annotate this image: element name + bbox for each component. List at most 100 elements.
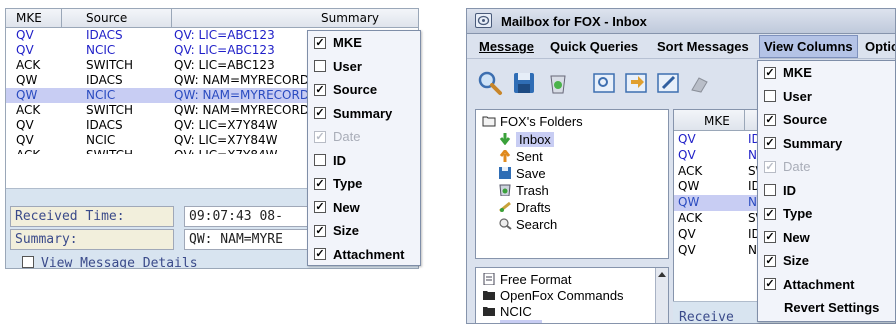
column-checkbox[interactable]: ✓ xyxy=(314,107,326,120)
query-label: Free Format xyxy=(500,272,572,287)
title-bar: Mailbox for FOX - Inbox xyxy=(467,9,895,34)
query-item[interactable]: NCIC xyxy=(482,304,532,319)
cell-mke: QV xyxy=(678,226,696,241)
column-checkbox[interactable]: ✓ xyxy=(764,231,776,244)
cell-mke: ACK xyxy=(678,163,703,178)
folder-item-drafts[interactable]: Drafts xyxy=(498,200,551,215)
folder-root-label: FOX's Folders xyxy=(500,114,583,129)
column-header-source[interactable]: Source xyxy=(86,11,127,25)
save-icon[interactable] xyxy=(511,70,537,96)
query-label: NCIC xyxy=(500,304,532,319)
menu-options[interactable]: Optio xyxy=(865,39,895,54)
menu-item-user[interactable]: User xyxy=(308,55,420,79)
received-time-value: 09:07:43 08- xyxy=(189,209,283,224)
menu-item-id[interactable]: ID xyxy=(758,179,895,203)
summary-field: QW: NAM=MYRE xyxy=(184,229,324,250)
column-checkbox[interactable]: ✓ xyxy=(764,137,776,150)
find-message-icon[interactable] xyxy=(591,70,617,96)
revert-settings-menu-item[interactable]: Revert Settings xyxy=(758,296,895,320)
menu-sort-messages[interactable]: Sort Messages xyxy=(657,39,749,54)
recycle-bin-icon[interactable] xyxy=(545,70,571,96)
folder-label: Search xyxy=(516,217,558,232)
column-checkbox[interactable]: ✓ xyxy=(314,248,326,261)
column-checkbox[interactable]: ✓ xyxy=(764,278,776,291)
cell-mke: ACK xyxy=(678,210,703,225)
menu-item-label: New xyxy=(333,199,360,215)
cell-mke: QW xyxy=(16,88,38,102)
column-checkbox[interactable]: ✓ xyxy=(314,224,326,237)
menu-item-new[interactable]: ✓ New xyxy=(308,196,420,220)
search-icon[interactable] xyxy=(477,70,503,96)
folder-label: Drafts xyxy=(516,200,551,215)
menu-item-source[interactable]: ✓ Source xyxy=(308,78,420,102)
scroll-up-arrow-icon[interactable] xyxy=(658,272,666,277)
folder-item-trash[interactable]: Trash xyxy=(498,183,549,198)
menu-item-label: New xyxy=(783,229,810,245)
query-list-scrollbar[interactable] xyxy=(655,268,668,323)
menu-quick-queries[interactable]: Quick Queries xyxy=(550,39,638,54)
menu-item-type[interactable]: ✓ Type xyxy=(308,172,420,196)
message-table-header: MKE Source Summary xyxy=(6,9,418,28)
menu-view-columns[interactable]: View Columns xyxy=(759,35,858,58)
received-time-label: Received Time: xyxy=(15,209,125,224)
column-checkbox[interactable]: ✓ xyxy=(764,254,776,267)
folder-item-inbox[interactable]: Inbox xyxy=(498,132,554,147)
menu-item-label: Attachment xyxy=(783,276,855,292)
menu-item-label: Date xyxy=(783,159,811,175)
cell-mke: QV xyxy=(16,28,34,42)
cell-source: SWITCH xyxy=(86,58,134,72)
column-checkbox[interactable]: ✓ xyxy=(314,83,326,96)
menu-item-summary[interactable]: ✓ Summary xyxy=(758,132,895,156)
view-details-checkbox[interactable] xyxy=(22,256,34,268)
menu-message[interactable]: Message xyxy=(479,39,534,54)
menu-item-attachment[interactable]: ✓ Attachment xyxy=(758,273,895,297)
column-checkbox[interactable]: ✓ xyxy=(314,177,326,190)
forward-icon[interactable] xyxy=(623,70,649,96)
menu-item-user[interactable]: User xyxy=(758,85,895,109)
column-checkbox[interactable] xyxy=(764,90,776,103)
query-item[interactable]: OpenFox Commands xyxy=(482,288,624,303)
column-checkbox[interactable]: ✓ xyxy=(764,207,776,220)
column-header-mke[interactable]: MKE xyxy=(704,114,730,128)
drafts-icon xyxy=(498,201,512,213)
folder-label: Save xyxy=(516,166,546,181)
cell-source: NCIC xyxy=(86,43,116,57)
document-icon xyxy=(482,272,496,286)
column-checkbox[interactable]: ✓ xyxy=(314,201,326,214)
menu-item-type[interactable]: ✓ Type xyxy=(758,202,895,226)
menu-item-label: Size xyxy=(333,223,360,239)
column-checkbox[interactable]: ✓ xyxy=(764,113,776,126)
menu-item-source[interactable]: ✓ Source xyxy=(758,108,895,132)
menu-item-summary[interactable]: ✓ Summary xyxy=(308,102,420,126)
query-item[interactable]: Free Format xyxy=(482,272,572,287)
menu-item-size[interactable]: ✓ Size xyxy=(758,249,895,273)
folder-item-search[interactable]: Search xyxy=(498,217,557,232)
view-details-checkbox-row[interactable]: View Message Details xyxy=(22,256,198,269)
menu-item-new[interactable]: ✓ New xyxy=(758,226,895,250)
column-checkbox[interactable]: ✓ xyxy=(314,36,326,49)
view-details-label: View Message Details xyxy=(41,256,198,269)
menu-item-attachment[interactable]: ✓ Attachment xyxy=(308,243,420,267)
menu-item-mke[interactable]: ✓ MKE xyxy=(308,31,420,55)
attach-icon[interactable] xyxy=(687,70,713,96)
column-checkbox[interactable] xyxy=(314,60,326,73)
menu-item-id[interactable]: ID xyxy=(308,149,420,173)
column-checkbox[interactable]: ✓ xyxy=(764,66,776,79)
column-checkbox[interactable] xyxy=(314,154,326,167)
column-header-summary[interactable]: Summary xyxy=(321,11,379,25)
cell-summary: QV: LIC=ABC123 xyxy=(174,43,275,57)
query-item[interactable]: NLETS xyxy=(482,320,542,323)
menu-item-size[interactable]: ✓ Size xyxy=(308,219,420,243)
compose-icon[interactable] xyxy=(655,70,681,96)
cell-mke: QW xyxy=(16,73,38,87)
folder-root[interactable]: FOX's Folders xyxy=(482,114,583,129)
folder-label: Sent xyxy=(516,149,543,164)
folder-item-save[interactable]: Save xyxy=(498,166,546,181)
folder-item-sent[interactable]: Sent xyxy=(498,148,543,164)
column-checkbox[interactable] xyxy=(764,184,776,197)
menu-item-mke[interactable]: ✓ MKE xyxy=(758,61,895,85)
column-header-mke[interactable]: MKE xyxy=(16,11,42,25)
summary-label: Summary: xyxy=(15,232,78,247)
query-label: NLETS xyxy=(500,320,542,323)
cell-source: SWITCH xyxy=(86,103,134,117)
